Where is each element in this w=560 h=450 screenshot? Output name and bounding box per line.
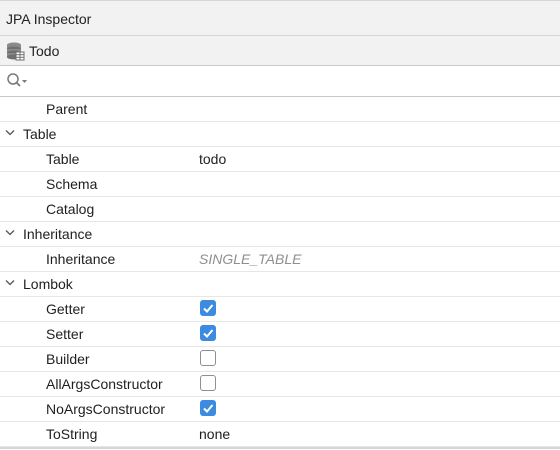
property-row-allargsconstructor[interactable]: AllArgsConstructor — [0, 372, 560, 397]
checkbox-checked[interactable] — [200, 300, 216, 316]
search-input[interactable] — [32, 71, 556, 93]
entity-name: Todo — [29, 43, 60, 59]
database-icon — [5, 41, 25, 61]
chevron-down-icon[interactable] — [5, 279, 15, 287]
property-row-parent[interactable]: Parent — [0, 97, 560, 122]
checkmark-icon — [203, 329, 214, 338]
property-row-getter[interactable]: Getter — [0, 297, 560, 322]
chevron-down-icon[interactable] — [5, 129, 15, 137]
property-row-tostring[interactable]: ToString none — [0, 422, 560, 447]
bottom-border — [0, 447, 560, 449]
property-row-builder[interactable]: Builder — [0, 347, 560, 372]
property-value[interactable]: none — [199, 426, 230, 442]
property-label: Table — [46, 151, 80, 167]
property-row-setter[interactable]: Setter — [0, 322, 560, 347]
property-label: Builder — [46, 351, 90, 367]
property-row-inheritance[interactable]: Inheritance SINGLE_TABLE — [0, 247, 560, 272]
checkbox-unchecked[interactable] — [200, 350, 216, 366]
tool-window-title: JPA Inspector — [6, 11, 92, 27]
checkbox-unchecked[interactable] — [200, 375, 216, 391]
checkmark-icon — [203, 304, 214, 313]
group-row-inheritance[interactable]: Inheritance — [0, 222, 560, 247]
property-label: AllArgsConstructor — [46, 376, 163, 392]
group-row-table[interactable]: Table — [0, 122, 560, 147]
property-label: NoArgsConstructor — [46, 401, 166, 417]
search-bar — [0, 66, 560, 97]
property-row-noargsconstructor[interactable]: NoArgsConstructor — [0, 397, 560, 422]
checkbox-checked[interactable] — [200, 400, 216, 416]
property-row-catalog[interactable]: Catalog — [0, 197, 560, 222]
property-label: Catalog — [46, 201, 95, 217]
property-row-table[interactable]: Table todo — [0, 147, 560, 172]
checkmark-icon — [203, 404, 214, 413]
chevron-down-icon[interactable] — [5, 229, 15, 237]
property-label: Getter — [46, 301, 85, 317]
group-label: Lombok — [23, 276, 73, 292]
property-row-schema[interactable]: Schema — [0, 172, 560, 197]
entity-header[interactable]: Todo — [0, 36, 560, 66]
property-label: Schema — [46, 176, 98, 192]
property-value[interactable]: SINGLE_TABLE — [199, 251, 301, 267]
group-label: Inheritance — [23, 226, 93, 242]
property-label: Setter — [46, 326, 84, 342]
group-label: Table — [23, 126, 57, 142]
property-label: Parent — [46, 101, 88, 117]
property-label: ToString — [46, 426, 98, 442]
checkbox-checked[interactable] — [200, 325, 216, 341]
property-value[interactable]: todo — [199, 151, 226, 167]
property-table: Parent Table Table todo Schema Catalog Inherit… — [0, 97, 560, 447]
group-row-lombok[interactable]: Lombok — [0, 272, 560, 297]
property-label: Inheritance — [46, 251, 116, 267]
search-icon[interactable] — [6, 72, 28, 90]
tool-window-header: JPA Inspector — [0, 0, 560, 36]
